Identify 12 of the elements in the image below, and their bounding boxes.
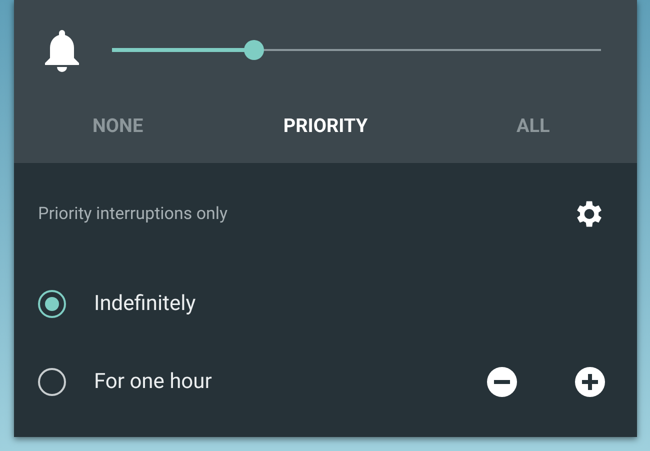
plus-icon[interactable] xyxy=(575,367,605,397)
duration-label: For one hour xyxy=(94,370,213,394)
minus-icon[interactable] xyxy=(487,367,517,397)
mode-tab[interactable]: ALL xyxy=(429,114,638,136)
radio-button[interactable] xyxy=(38,290,66,318)
slider-thumb[interactable] xyxy=(244,40,264,60)
mode-tab[interactable]: NONE xyxy=(14,114,222,136)
duration-label: Indefinitely xyxy=(94,292,197,316)
mode-summary: Priority interruptions only xyxy=(38,204,228,224)
mode-tab[interactable]: PRIORITY xyxy=(222,114,430,136)
bell-icon xyxy=(42,28,82,72)
radio-button[interactable] xyxy=(38,368,66,396)
